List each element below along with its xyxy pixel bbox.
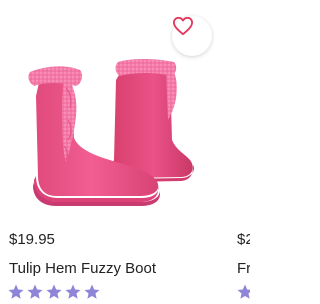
star-icon: [46, 284, 62, 299]
star-icon: [237, 284, 250, 299]
star-icon: [27, 284, 43, 299]
next-product-card[interactable]: $2 Fr: [236, 0, 250, 304]
back-boot: [112, 59, 194, 182]
next-product-title[interactable]: Fr: [237, 260, 250, 278]
heart-outline-icon: [173, 16, 193, 36]
favorite-button[interactable]: [172, 16, 212, 56]
product-price: $19.95: [9, 231, 55, 248]
product-grid: $19.95 Tulip Hem Fuzzy Boot $2 Fr: [0, 0, 250, 304]
star-rating: [7, 283, 101, 303]
product-title[interactable]: Tulip Hem Fuzzy Boot: [9, 260, 156, 278]
star-icon: [65, 284, 81, 299]
product-card[interactable]: $19.95 Tulip Hem Fuzzy Boot: [0, 0, 226, 304]
star-icon: [84, 284, 100, 299]
star-icon: [8, 284, 24, 299]
product-image[interactable]: [0, 0, 226, 212]
next-product-price: $2: [237, 231, 250, 248]
